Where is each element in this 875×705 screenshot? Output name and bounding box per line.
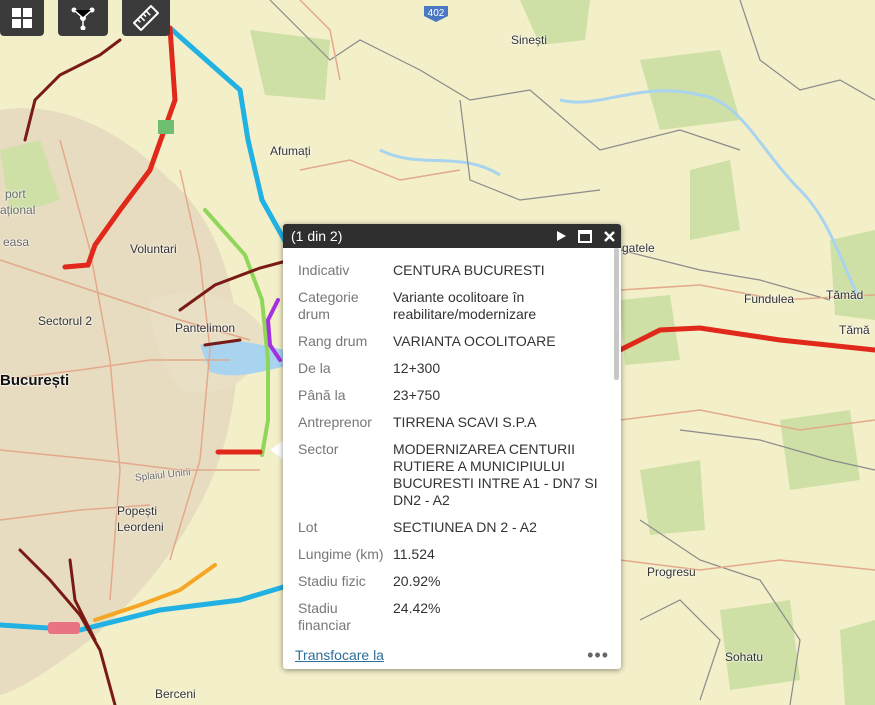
attribute-value: 20.92%: [393, 573, 441, 589]
share-button[interactable]: [58, 0, 108, 36]
attribute-label: De la: [298, 360, 331, 376]
attribute-value: CENTURA BUCURESTI: [393, 262, 545, 278]
place-label: gatele: [622, 241, 655, 255]
attribute-row: Lot SECTIUNEA DN 2 - A2: [298, 519, 613, 536]
zoom-to-link[interactable]: Transfocare la: [295, 647, 587, 663]
attribute-label: Până la: [298, 387, 346, 403]
popup-pointer: [270, 440, 284, 460]
road-shield-number: 402: [428, 8, 445, 19]
popup-scrollbar[interactable]: [614, 248, 619, 380]
attribute-row: Sector MODERNIZAREA CENTURII RUTIERE A MU…: [298, 441, 613, 509]
attribute-label: Rang drum: [298, 333, 368, 349]
attribute-value: 24.42%: [393, 600, 441, 616]
place-label: Fundulea: [744, 292, 795, 306]
place-label: easa: [3, 235, 30, 249]
attribute-row: Indicativ CENTURA BUCURESTI: [298, 262, 613, 279]
attribute-value: 11.524: [393, 546, 435, 562]
attribute-value: 12+300: [393, 360, 441, 376]
next-feature-button[interactable]: [549, 224, 573, 248]
basemap-gallery-button[interactable]: [0, 0, 44, 36]
attribute-label: Stadiu fizic: [298, 573, 366, 589]
close-icon: [603, 230, 615, 242]
attribute-label: Categorie drum: [298, 289, 359, 322]
place-label: Sohatu: [725, 650, 764, 664]
poi-marker: [48, 622, 80, 634]
attribute-row: Rang drum VARIANTA OCOLITOARE: [298, 333, 613, 350]
place-label: Popești: [117, 504, 158, 518]
attribute-row: Stadiu fizic 20.92%: [298, 573, 613, 590]
measure-button[interactable]: [122, 0, 170, 36]
attribute-value: 23+750: [393, 387, 441, 403]
attribute-row: Până la 23+750: [298, 387, 613, 404]
popup-title: (1 din 2): [291, 228, 343, 244]
popup-header: (1 din 2): [283, 224, 621, 248]
place-label: Tămă: [839, 323, 870, 337]
feature-popup: (1 din 2) Indicativ CENTURA BUCURESTI Cat…: [283, 224, 621, 669]
grid-icon: [12, 8, 32, 28]
place-label: Pantelimon: [175, 321, 236, 335]
attribute-row: Categorie drum Variante ocolitoare în rea…: [298, 289, 613, 323]
place-label: Sinești: [511, 33, 548, 47]
attribute-label: Indicativ: [298, 262, 350, 278]
place-label: Berceni: [155, 687, 196, 701]
maximize-button[interactable]: [573, 224, 597, 248]
attribute-row: Antreprenor TIRRENA SCAVI S.P.A: [298, 414, 613, 431]
share-network-icon: [71, 7, 95, 30]
attribute-label: Sector: [298, 441, 339, 457]
place-label: Progresu: [647, 565, 696, 579]
place-label: Sectorul 2: [38, 314, 93, 328]
ruler-icon: [133, 5, 159, 31]
attribute-value: Variante ocolitoare în reabilitare/moder…: [393, 289, 537, 322]
close-button[interactable]: [597, 224, 621, 248]
park-marker: [158, 120, 174, 134]
place-label: Leordeni: [117, 520, 164, 534]
attribute-label: Lungime (km): [298, 546, 384, 562]
popup-footer: Transfocare la •••: [283, 641, 621, 669]
attribute-value: TIRRENA SCAVI S.P.A: [393, 414, 537, 430]
attribute-row: De la 12+300: [298, 360, 613, 377]
play-icon: [557, 231, 566, 241]
popup-attributes: Indicativ CENTURA BUCURESTI Categorie dru…: [283, 248, 613, 641]
attribute-label: Antreprenor: [298, 414, 372, 430]
city-label: București: [0, 372, 70, 389]
place-label: Tămăd: [826, 288, 864, 302]
attribute-value: SECTIUNEA DN 2 - A2: [393, 519, 537, 535]
attribute-row: Lungime (km) 11.524: [298, 546, 613, 563]
place-label: Voluntari: [130, 242, 177, 256]
place-label: Afumați: [270, 144, 311, 158]
maximize-icon: [578, 229, 592, 243]
place-label: port: [5, 187, 26, 201]
attribute-value: MODERNIZAREA CENTURII RUTIERE A MUNICIPI…: [393, 441, 598, 508]
attribute-value: VARIANTA OCOLITOARE: [393, 333, 556, 349]
more-actions-button[interactable]: •••: [587, 645, 609, 666]
attribute-label: Lot: [298, 519, 318, 535]
place-label: ațional: [0, 203, 36, 217]
attribute-row: Stadiu financiar 24.42%: [298, 600, 613, 634]
attribute-label: Stadiu financiar: [298, 600, 351, 633]
